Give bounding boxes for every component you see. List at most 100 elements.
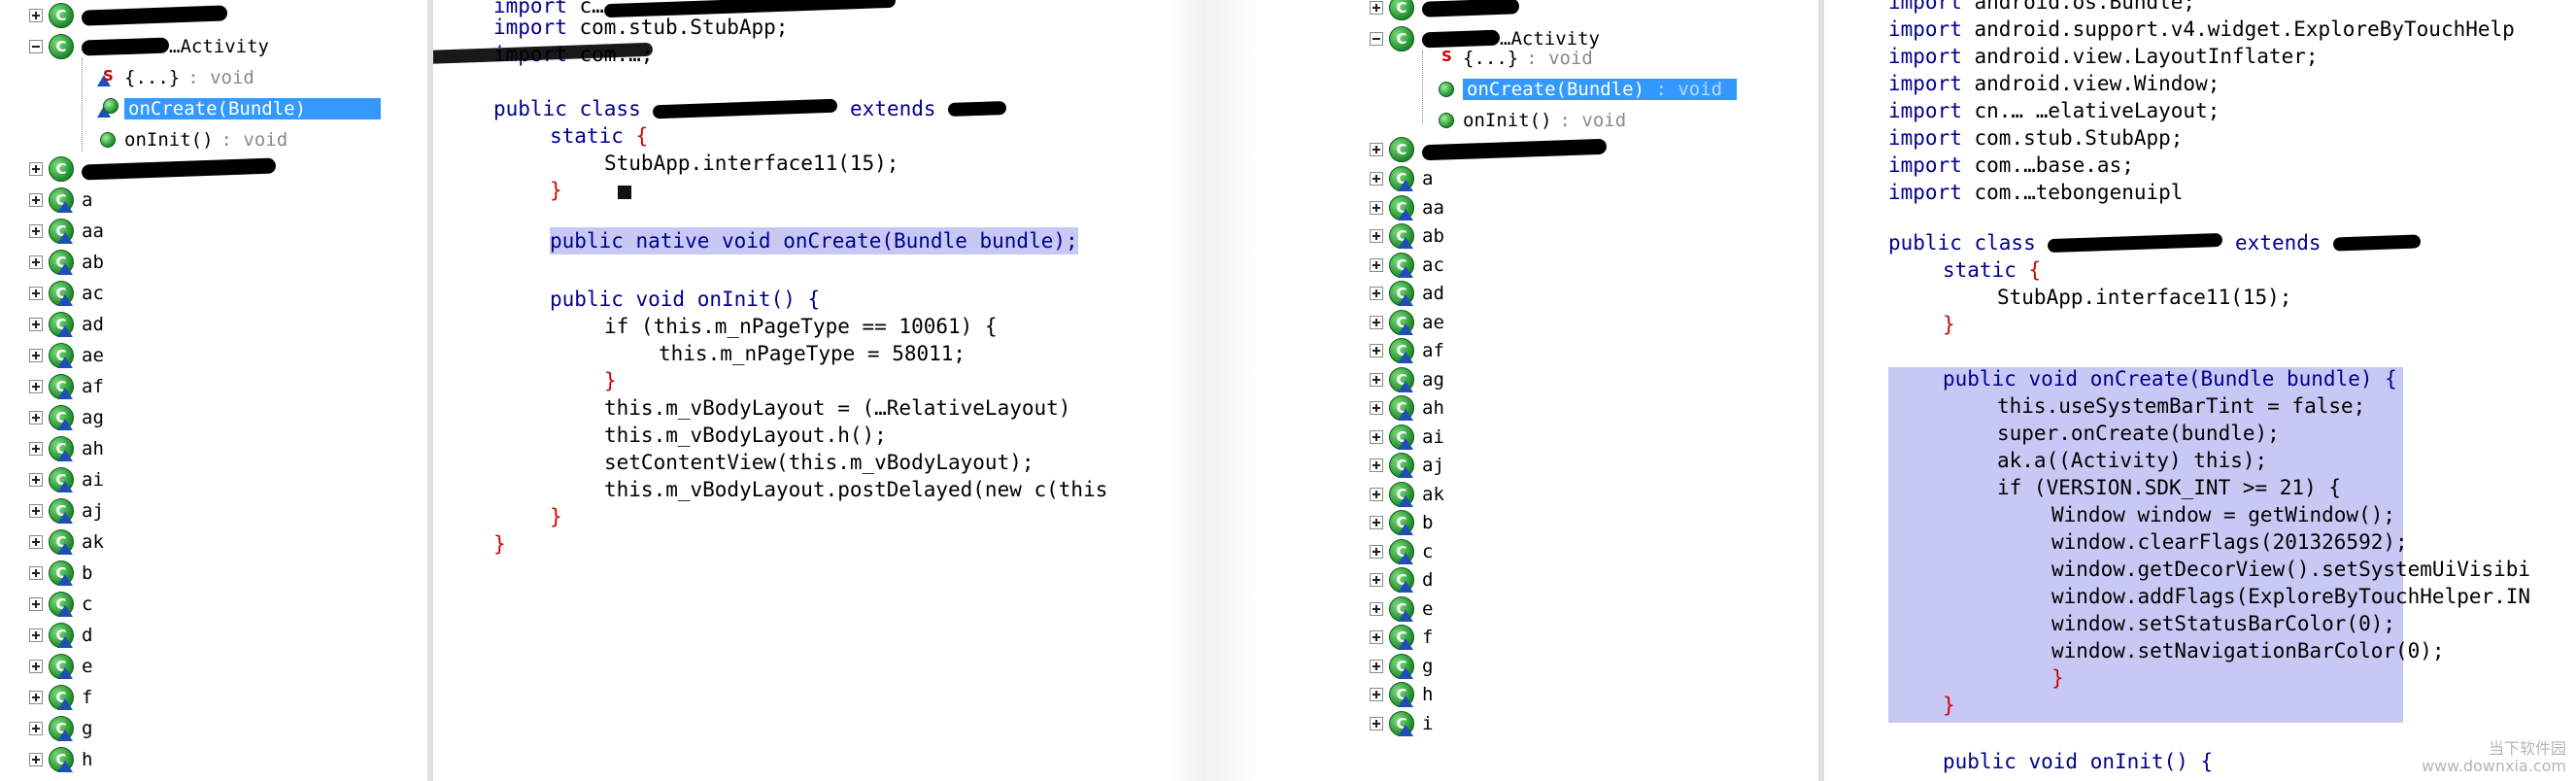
expand-icon[interactable] xyxy=(1370,429,1383,444)
expand-icon[interactable] xyxy=(29,660,43,673)
expand-icon[interactable] xyxy=(1370,458,1383,472)
tree-item-activity[interactable]: C …Activity xyxy=(29,31,269,62)
expand-icon[interactable] xyxy=(1370,344,1383,357)
tree-item-class-ai[interactable]: Cai xyxy=(1370,422,1444,453)
expand-icon[interactable] xyxy=(29,628,43,642)
tree-item-class-ac[interactable]: Cac xyxy=(1370,250,1444,281)
tree-item-class-ah[interactable]: Cah xyxy=(29,433,104,464)
tree-item-class-a[interactable]: Ca xyxy=(29,185,92,216)
expand-icon[interactable] xyxy=(29,380,43,393)
tree-item-class-ai[interactable]: Cai xyxy=(29,464,104,495)
tree-item-class-b[interactable]: Cb xyxy=(29,558,92,589)
expand-icon[interactable] xyxy=(1370,257,1383,272)
tree-item-oncreate[interactable]: onCreate(Bundle) xyxy=(97,93,381,124)
tree-item-class-aj[interactable]: Caj xyxy=(29,495,104,526)
expand-icon[interactable] xyxy=(29,255,43,269)
expand-icon[interactable] xyxy=(29,473,43,487)
tree-item-static-init[interactable]: S {...} : void xyxy=(1436,43,1593,74)
tree-item-class-ab[interactable]: Cab xyxy=(29,247,104,278)
tree-item-class-a[interactable]: Ca xyxy=(1370,163,1433,194)
tree-item-app[interactable]: C xyxy=(1370,0,1520,23)
tree-item-class-af[interactable]: Caf xyxy=(29,371,104,402)
tree-item-class-ac[interactable]: Cac xyxy=(29,278,104,309)
tree-item-class-ag[interactable]: Cag xyxy=(1370,364,1444,395)
tree-item-class-ag[interactable]: Cag xyxy=(29,402,104,433)
expand-icon[interactable] xyxy=(29,224,43,238)
expand-icon[interactable] xyxy=(1370,1,1383,15)
expand-icon[interactable] xyxy=(1370,573,1383,587)
tree-item-redacted[interactable]: C xyxy=(29,153,277,185)
expand-icon[interactable] xyxy=(29,442,43,456)
tree-item-class-e[interactable]: Ce xyxy=(29,651,92,682)
tree-item-oninit[interactable]: onInit() : void xyxy=(97,124,288,155)
expand-icon[interactable] xyxy=(1370,315,1383,329)
expand-icon[interactable] xyxy=(1370,172,1383,186)
expand-icon[interactable] xyxy=(1370,401,1383,415)
tree-item-class-g[interactable]: Cg xyxy=(29,713,92,744)
expand-icon[interactable] xyxy=(29,753,43,766)
left-class-tree[interactable]: C C …Activity S {...} : void onCreate(Bu… xyxy=(0,0,381,781)
tree-item-class-h[interactable]: Ch xyxy=(1370,679,1433,710)
expand-icon[interactable] xyxy=(1370,601,1383,616)
expand-icon[interactable] xyxy=(1370,143,1383,156)
tree-item-class-ad[interactable]: Cad xyxy=(29,309,104,340)
expand-icon[interactable] xyxy=(1370,716,1383,730)
left-code-view[interactable]: import c… import com.stub.StubApp; impor… xyxy=(427,0,1166,781)
tree-item-class-af[interactable]: Caf xyxy=(1370,335,1444,366)
panel-divider[interactable] xyxy=(427,0,433,781)
tree-item-static-init[interactable]: S {...} : void xyxy=(97,62,254,93)
expand-icon[interactable] xyxy=(29,535,43,549)
expand-icon[interactable] xyxy=(1370,229,1383,243)
expand-icon[interactable] xyxy=(29,504,43,518)
tree-item-class-f[interactable]: Cf xyxy=(1370,622,1433,653)
expand-icon[interactable] xyxy=(1370,544,1383,559)
tree-item-oncreate[interactable]: onCreate(Bundle) : void xyxy=(1436,74,1737,105)
expand-icon[interactable] xyxy=(1370,659,1383,673)
tree-item-class-i[interactable]: Ci xyxy=(1370,708,1433,739)
tree-item-class-h[interactable]: Ch xyxy=(29,744,92,775)
tree-item-class-ah[interactable]: Cah xyxy=(1370,392,1444,424)
expand-icon[interactable] xyxy=(1370,372,1383,387)
tree-item-class-b[interactable]: Cb xyxy=(1370,507,1433,538)
collapse-icon[interactable] xyxy=(1370,32,1383,46)
tree-item-class-g[interactable]: Cg xyxy=(1370,651,1433,682)
expand-icon[interactable] xyxy=(1370,287,1383,300)
expand-icon[interactable] xyxy=(29,691,43,704)
tree-item-class-aj[interactable]: Caj xyxy=(1370,450,1444,481)
tree-item-class-d[interactable]: Cd xyxy=(1370,564,1433,595)
tree-item-class-ad[interactable]: Cad xyxy=(1370,278,1444,309)
expand-icon[interactable] xyxy=(29,566,43,580)
expand-icon[interactable] xyxy=(1370,200,1383,215)
expand-icon[interactable] xyxy=(29,597,43,611)
tree-item-class-c[interactable]: Cc xyxy=(29,589,92,620)
expand-icon[interactable] xyxy=(1370,516,1383,529)
tree-item-class-d[interactable]: Cd xyxy=(29,620,92,651)
expand-icon[interactable] xyxy=(29,9,43,22)
tree-item-class-ae[interactable]: Cae xyxy=(29,340,104,371)
tree-item-class-ab[interactable]: Cab xyxy=(1370,221,1444,252)
expand-icon[interactable] xyxy=(29,411,43,424)
collapse-icon[interactable] xyxy=(29,40,43,53)
tree-item-class-ak[interactable]: Cak xyxy=(29,526,104,558)
right-class-tree[interactable]: C C …Activity S {...} : void onCreate(Bu… xyxy=(1263,0,1768,781)
tree-item-class-c[interactable]: Cc xyxy=(1370,536,1433,567)
tree-item-redacted[interactable]: C xyxy=(1370,134,1608,165)
tree-item-oninit[interactable]: onInit() : void xyxy=(1436,105,1626,136)
tree-item-class-aa[interactable]: Caa xyxy=(29,216,104,247)
tree-item-app[interactable]: C xyxy=(29,0,228,31)
expand-icon[interactable] xyxy=(29,193,43,207)
panel-divider[interactable] xyxy=(1818,0,1824,781)
tree-item-class-ak[interactable]: Cak xyxy=(1370,479,1444,510)
tree-item-class-ae[interactable]: Cae xyxy=(1370,307,1444,338)
tree-item-class-aa[interactable]: Caa xyxy=(1370,192,1444,223)
expand-icon[interactable] xyxy=(29,318,43,331)
expand-icon[interactable] xyxy=(29,349,43,362)
expand-icon[interactable] xyxy=(29,162,43,176)
expand-icon[interactable] xyxy=(29,287,43,300)
expand-icon[interactable] xyxy=(1370,487,1383,501)
expand-icon[interactable] xyxy=(1370,630,1383,644)
expand-icon[interactable] xyxy=(29,722,43,735)
expand-icon[interactable] xyxy=(1370,688,1383,701)
tree-item-class-e[interactable]: Ce xyxy=(1370,594,1433,625)
tree-item-class-f[interactable]: Cf xyxy=(29,682,92,713)
